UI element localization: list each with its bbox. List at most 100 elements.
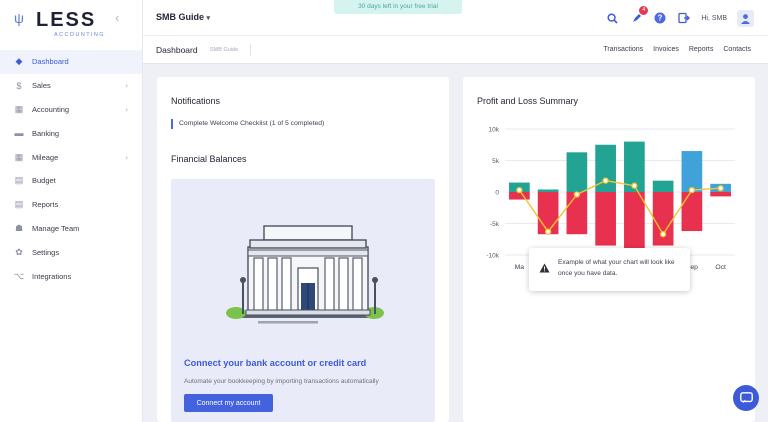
sidebar-item-label: Manage Team: [32, 223, 80, 233]
trial-banner[interactable]: 30 days left in your free trial: [334, 0, 462, 14]
accounting-icon: ▦: [14, 103, 24, 114]
mileage-icon: ▦: [14, 151, 24, 162]
topbar-actions: 4 ? Hi, SMB: [605, 6, 754, 28]
sidebar-item-label: Budget: [32, 176, 56, 186]
logo-word: LESS: [36, 9, 97, 31]
y-tick-label: 0: [495, 190, 499, 197]
profit-loss-card: Profit and Loss Summary 10k 5k 0 -5k -10k Ma S…: [463, 77, 755, 422]
sidebar-item-settings[interactable]: ✿ Settings: [0, 240, 142, 264]
profit-point: [602, 177, 609, 184]
help-icon[interactable]: ?: [653, 11, 667, 25]
connect-account-button[interactable]: Connect my account: [184, 394, 273, 412]
income-bar: [681, 151, 703, 192]
sidebar-nav: ◆ Dashboard $ Sales › ▦ Accounting › ▬ Banking ▦ Mi…: [0, 50, 142, 288]
page-title: Dashboard: [156, 45, 198, 55]
sidebar-item-label: Banking: [32, 128, 60, 138]
profit-point: [631, 182, 638, 189]
page-subtitle: SMB Guide: [210, 47, 239, 53]
x-tick-label: Oct: [715, 264, 726, 271]
sidebar-item-label: Reports: [32, 200, 59, 210]
chevron-right-icon: ›: [125, 81, 128, 91]
sidebar-item-label: Integrations: [32, 271, 72, 281]
sidebar-item-mileage[interactable]: ▦ Mileage ›: [0, 145, 142, 169]
user-greeting: Hi, SMB: [701, 14, 727, 22]
collapse-sidebar-icon[interactable]: ‹: [115, 10, 119, 25]
dashboard-card-left: Notifications Complete Welcome Checklist…: [157, 77, 449, 422]
income-bar: [566, 152, 588, 192]
x-tick-label: Ma: [515, 264, 525, 271]
sidebar-item-banking[interactable]: ▬ Banking: [0, 121, 142, 145]
chevron-down-icon: ▾: [206, 15, 211, 22]
sidebar-item-integrations[interactable]: ⌥ Integrations: [0, 264, 142, 288]
team-icon: ☗: [14, 222, 24, 233]
workspace-selector[interactable]: SMB Guide ▾: [156, 12, 210, 22]
profit-point: [573, 191, 581, 198]
dashboard-icon: ◆: [15, 56, 23, 67]
logo-mark-icon: ψ: [14, 10, 24, 26]
connect-bank-description: Automate your bookkeeping by importing t…: [184, 378, 379, 385]
profit-loss-heading: Profit and Loss Summary: [477, 96, 579, 106]
sidebar-item-sales[interactable]: $ Sales ›: [0, 74, 142, 98]
sidebar-item-budget[interactable]: ▤ Budget: [0, 169, 142, 193]
income-bar: [537, 189, 559, 192]
logo[interactable]: ψ LESS ACCOUNTING: [14, 8, 124, 38]
rocket-icon[interactable]: 4: [629, 6, 649, 25]
profit-point: [516, 186, 523, 194]
expense-bar: [537, 192, 559, 235]
quick-links: Transactions Invoices Reports Contacts: [603, 46, 751, 53]
profit-point: [544, 228, 552, 235]
income-bar: [652, 180, 674, 192]
bank-icon: ▬: [14, 128, 24, 139]
svg-text:?: ?: [658, 14, 663, 23]
expense-bar: [595, 192, 616, 246]
expense-bar: [624, 192, 645, 249]
expense-bar: [566, 192, 588, 235]
sidebar-item-dashboard[interactable]: ◆ Dashboard: [0, 50, 142, 74]
y-tick-label: 10k: [489, 127, 500, 134]
reports-icon: ▤: [14, 199, 24, 210]
example-chart-tooltip: Example of what your chart will look lik…: [529, 248, 690, 291]
logout-icon[interactable]: [677, 11, 691, 25]
expense-bar: [652, 192, 674, 246]
chat-button[interactable]: [733, 385, 759, 411]
connect-bank-title: Connect your bank account or credit card: [184, 358, 367, 368]
top-bar: SMB Guide ▾ 30 days left in your free tr…: [143, 0, 768, 36]
notifications-heading: Notifications: [171, 96, 221, 106]
quick-link-transactions[interactable]: Transactions: [603, 46, 643, 53]
y-tick-label: -10k: [486, 253, 499, 260]
sidebar-item-reports[interactable]: ▤ Reports: [0, 193, 142, 217]
welcome-checklist-link[interactable]: Complete Welcome Checklist (1 of 5 compl…: [171, 119, 324, 129]
sidebar-item-label: Sales: [32, 81, 51, 91]
avatar[interactable]: [737, 9, 754, 27]
sidebar-item-label: Accounting: [32, 104, 70, 114]
financial-balances-heading: Financial Balances: [171, 154, 247, 164]
sidebar-item-accounting[interactable]: ▦ Accounting ›: [0, 98, 142, 122]
warning-icon: [539, 263, 550, 273]
budget-icon: ▤: [14, 175, 24, 186]
gear-icon: ✿: [15, 246, 23, 257]
profit-point: [688, 186, 696, 194]
integrations-icon: ⌥: [13, 270, 25, 281]
chevron-right-icon: ›: [125, 152, 128, 162]
profit-point: [659, 231, 667, 238]
workspace-name: SMB Guide: [156, 12, 205, 22]
quick-link-contacts[interactable]: Contacts: [723, 46, 751, 53]
tooltip-text: Example of what your chart will look lik…: [558, 259, 675, 277]
profit-loss-chart: 10k5k0-5k-10kMa Sep Oct: [486, 127, 735, 271]
y-tick-label: 5k: [492, 158, 500, 165]
sidebar-item-label: Settings: [32, 247, 60, 257]
quick-link-invoices[interactable]: Invoices: [653, 46, 679, 53]
sidebar-item-label: Dashboard: [32, 57, 69, 67]
notification-badge: 4: [639, 6, 649, 15]
chevron-right-icon: ›: [125, 104, 128, 114]
sidebar-item-label: Mileage: [32, 152, 59, 162]
quick-link-reports[interactable]: Reports: [689, 46, 714, 53]
y-tick-label: -5k: [490, 221, 500, 228]
search-icon[interactable]: [605, 11, 619, 25]
sidebar: ψ LESS ACCOUNTING ‹ ◆ Dashboard $ Sales › ▦ Ac…: [0, 0, 143, 422]
divider: [250, 44, 251, 56]
logo-subtitle: ACCOUNTING: [54, 32, 105, 38]
expense-bar: [681, 192, 703, 232]
page-header: Dashboard SMB Guide Transactions Invoices…: [143, 36, 768, 64]
sidebar-item-manage-team[interactable]: ☗ Manage Team: [0, 217, 142, 241]
